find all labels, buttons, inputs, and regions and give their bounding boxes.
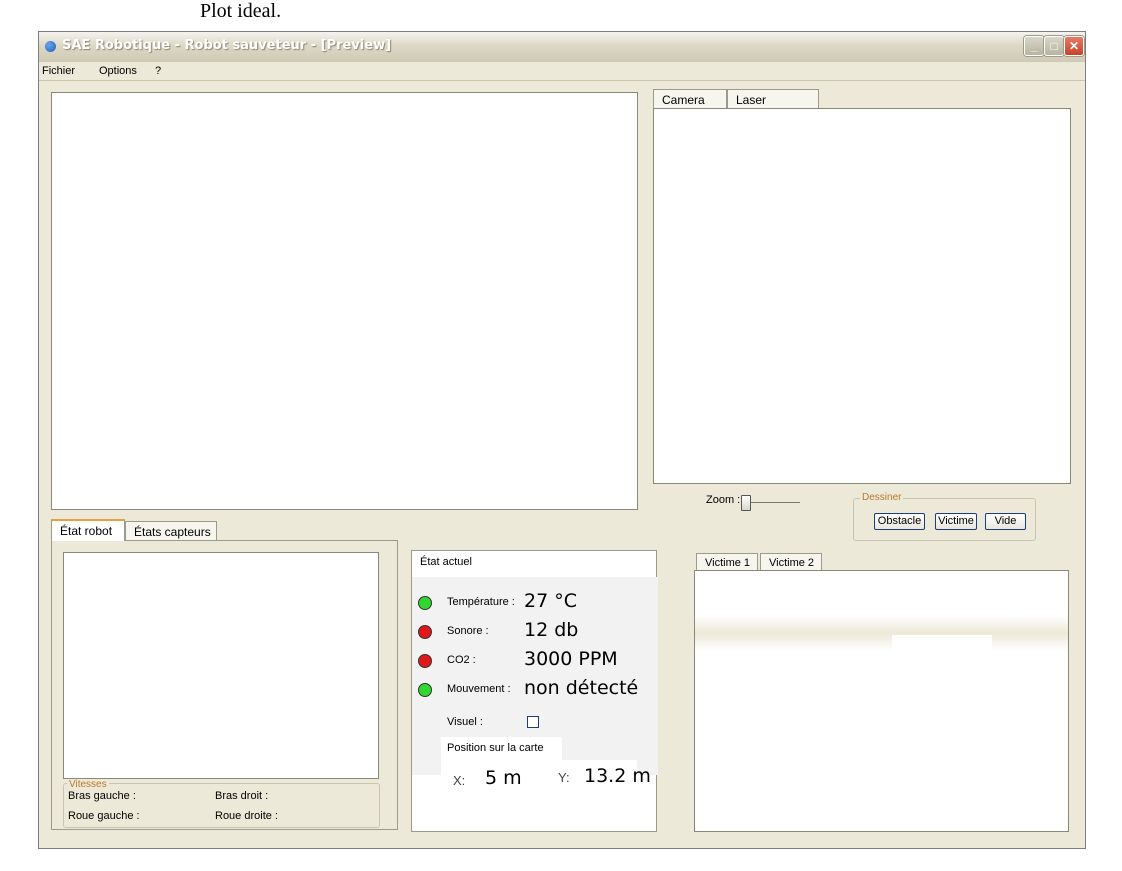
sonore-label: Sonore : [447,625,489,637]
tab-etat-robot[interactable]: État robot [51,519,125,541]
title-bar[interactable]: SAE Robotique - Robot sauveteur - [Previ… [39,32,1085,62]
tab-etats-capteurs[interactable]: États capteurs [125,521,217,541]
minimize-icon: _ [1030,39,1038,53]
zoom-slider-track[interactable] [744,502,800,503]
tab-victime-2[interactable]: Victime 2 [760,553,822,571]
zoom-label: Zoom : [706,494,741,506]
maximize-button[interactable]: □ [1044,36,1064,56]
app-window: SAE Robotique - Robot sauveteur - [Previ… [38,31,1086,849]
minimize-button[interactable]: _ [1024,36,1044,56]
tab-camera[interactable]: Camera [653,89,727,109]
mouvement-value: non détecté [524,677,639,699]
maximize-icon: □ [1050,39,1058,53]
menu-bar: Fichier Options ? [39,63,1085,81]
dessiner-legend: Dessiner [860,492,904,503]
vitesses-legend: Vitesses [67,779,109,790]
bras-gauche-label: Bras gauche : [68,790,136,802]
temperature-status-led [418,596,432,610]
y-label: Y: [558,770,570,785]
menu-help[interactable]: ? [155,65,161,77]
position-box: X: 5 m Y: 13.2 m [441,760,651,799]
zoom-slider-thumb[interactable] [741,495,751,511]
menu-fichier[interactable]: Fichier [42,65,75,77]
etat-actuel-title: État actuel [420,556,472,568]
roue-gauche-label: Roue gauche : [68,810,140,822]
co2-value: 3000 PPM [524,648,618,670]
app-icon [45,41,56,52]
temperature-label: Température : [447,596,515,608]
menu-options[interactable]: Options [99,65,137,77]
tab-laser[interactable]: Laser [727,89,819,109]
victim-view [694,570,1069,832]
sonore-status-led [418,625,432,639]
x-value: 5 m [485,767,522,789]
sonore-value: 12 db [524,619,579,641]
window-title: SAE Robotique - Robot sauveteur - [Previ… [62,38,392,53]
etat-robot-panel: Vitesses Bras gauche : Bras droit : Roue… [51,540,398,830]
vide-button[interactable]: Vide [985,513,1026,530]
figure-caption: Plot ideal. [200,0,282,22]
x-label: X: [453,773,466,788]
camera-view[interactable] [653,108,1071,484]
close-icon: ✕ [1068,39,1080,53]
temperature-value: 27 °C [524,590,577,612]
victim-info-box [892,635,992,665]
co2-label: CO2 : [447,654,476,666]
robot-state-view [63,552,379,779]
close-button[interactable]: ✕ [1064,36,1084,56]
vitesses-group: Vitesses Bras gauche : Bras droit : Roue… [63,779,380,828]
visuel-checkbox[interactable] [527,716,539,728]
tab-victime-1[interactable]: Victime 1 [696,553,758,571]
position-label: Position sur la carte [447,742,544,754]
dessiner-group: Dessiner Obstacle Victime Vide [853,492,1036,541]
obstacle-button[interactable]: Obstacle [874,513,925,530]
y-value: 13.2 m [584,765,651,787]
mouvement-status-led [418,683,432,697]
roue-droite-label: Roue droite : [215,810,278,822]
victime-button[interactable]: Victime [935,513,977,530]
visuel-label: Visuel : [447,716,483,728]
position-label-box: Position sur la carte [441,737,562,760]
etat-actuel-panel: État actuel Température : 27 °C Sonore :… [411,550,658,832]
map-view[interactable] [51,92,638,510]
bras-droit-label: Bras droit : [215,790,269,802]
mouvement-label: Mouvement : [447,683,511,695]
victim-view-band [695,615,1068,651]
co2-status-led [418,654,432,668]
